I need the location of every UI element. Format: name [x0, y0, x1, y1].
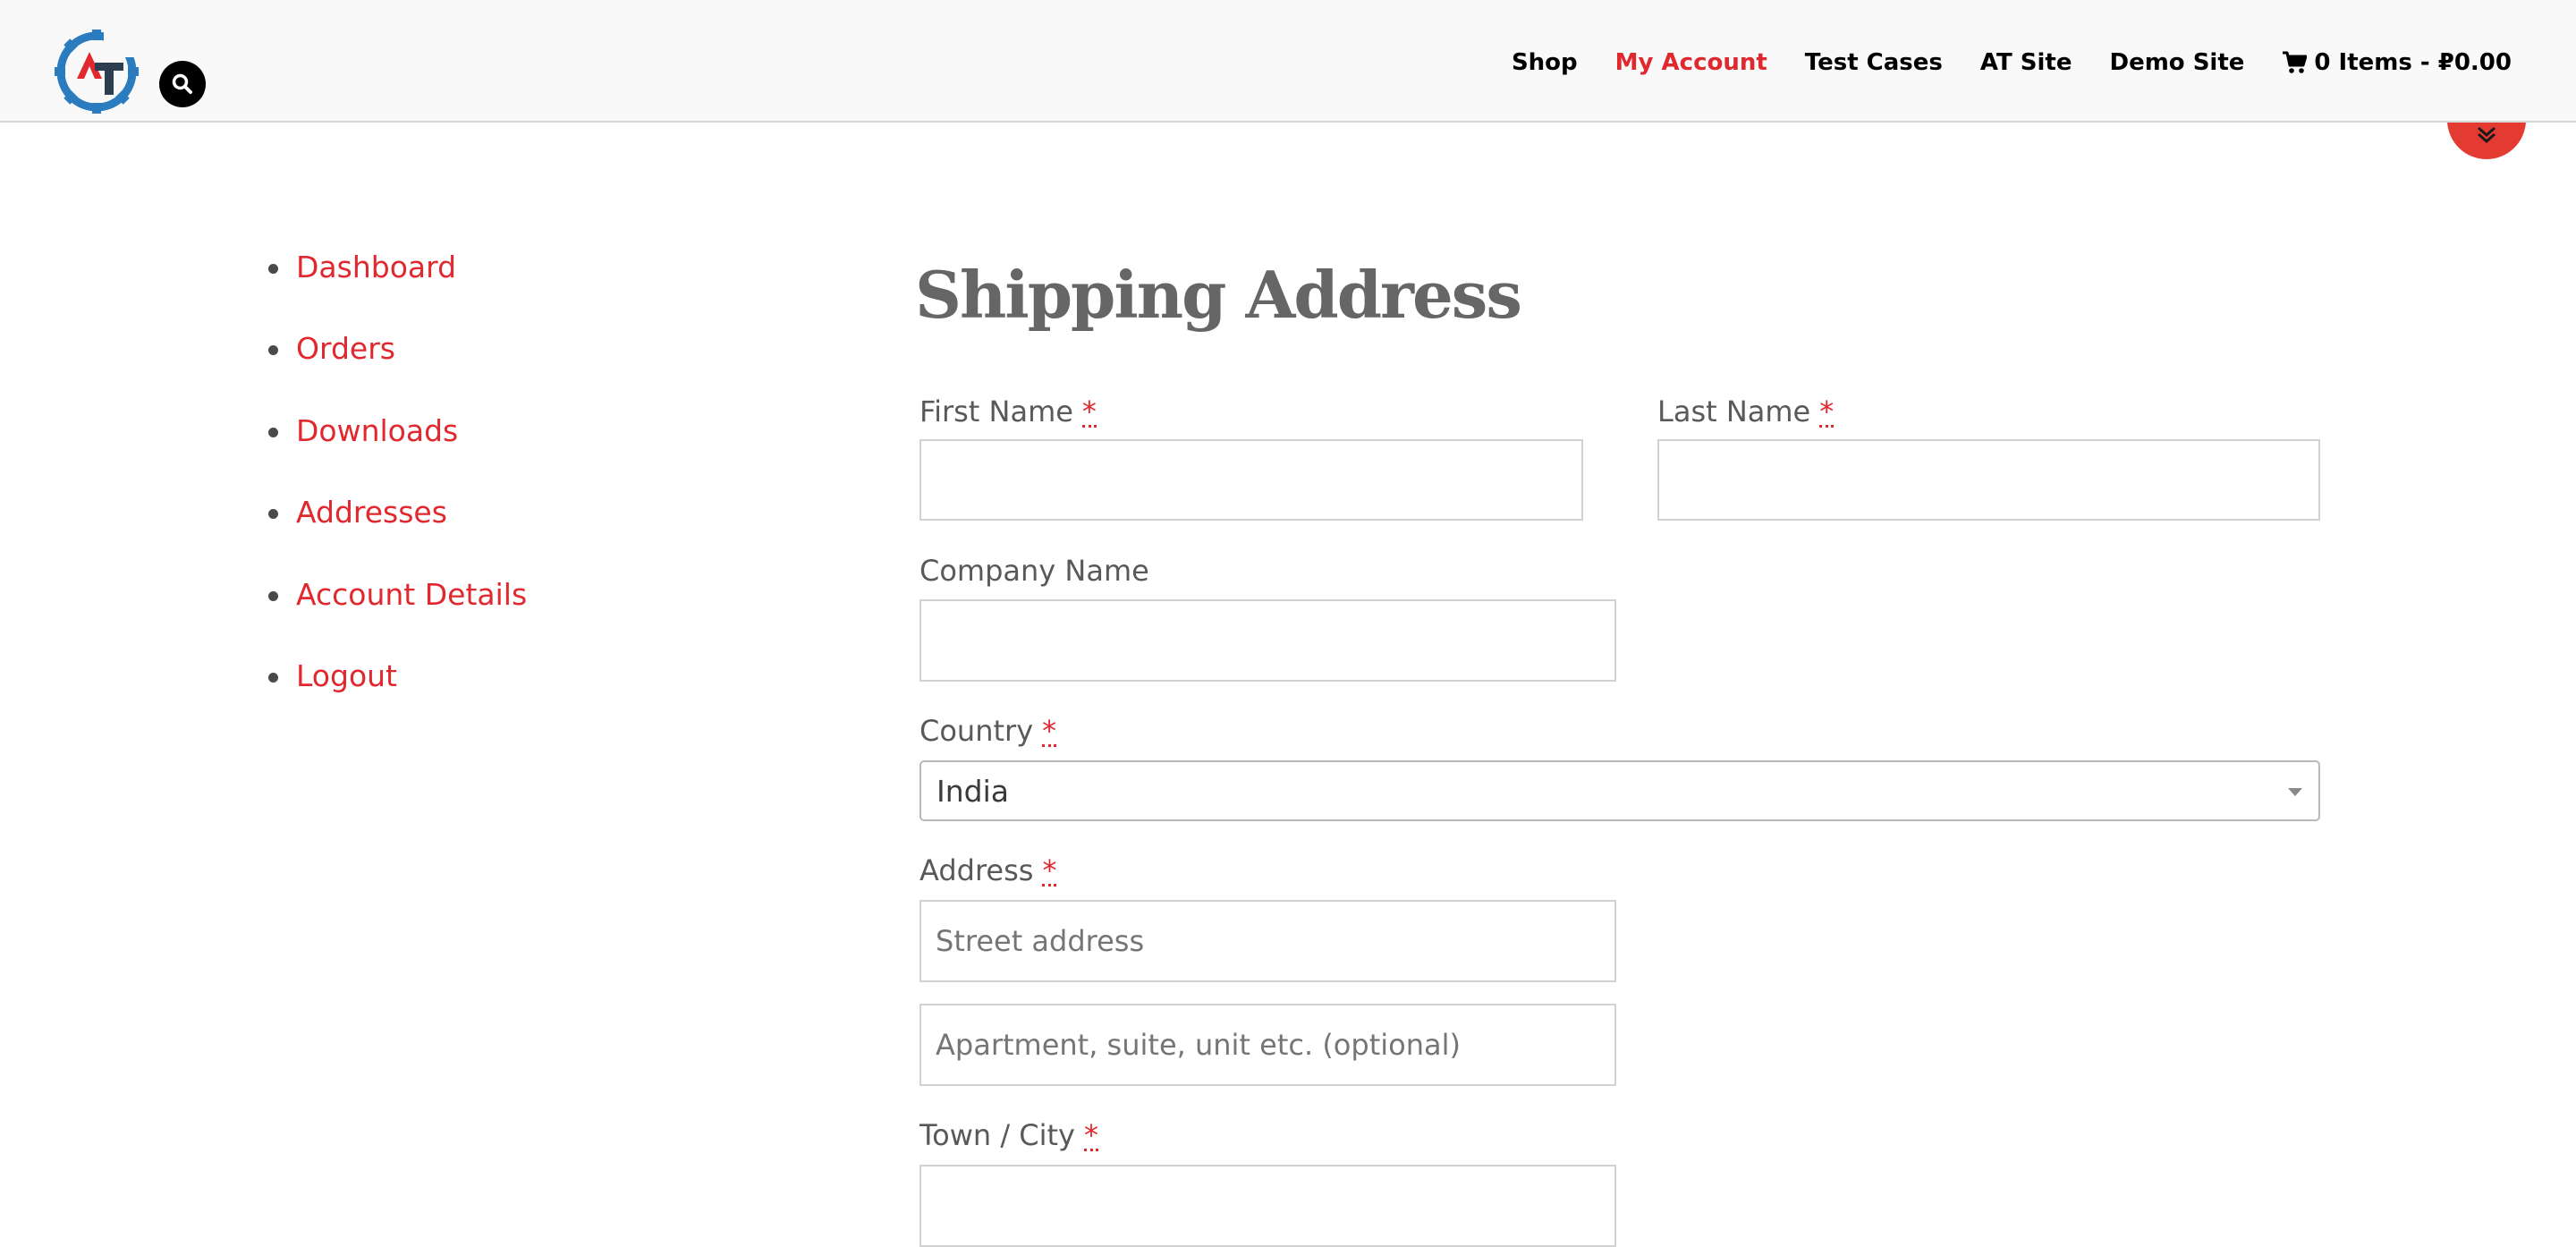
- sidebar-link-dashboard[interactable]: Dashboard: [296, 250, 456, 284]
- required-marker: *: [1042, 714, 1057, 748]
- cart-link[interactable]: 0 Items - ₽0.00: [2282, 49, 2512, 76]
- required-marker: *: [1081, 394, 1097, 428]
- country-label: Country *: [919, 713, 1057, 749]
- sidebar-item-addresses: Addresses: [268, 494, 527, 575]
- street-address-field[interactable]: [919, 900, 1616, 982]
- last-name-field[interactable]: [1657, 439, 2320, 521]
- last-name-label-text: Last Name: [1657, 394, 1811, 428]
- country-selected-value: India: [936, 774, 1009, 809]
- first-name-field[interactable]: [919, 439, 1583, 521]
- cart-icon: [2283, 51, 2308, 73]
- sidebar-item-account-details: Account Details: [268, 576, 527, 657]
- search-icon: [172, 73, 192, 94]
- address-label: Address *: [919, 853, 1057, 888]
- main-nav: Shop My Account Test Cases AT Site Demo …: [1474, 49, 2512, 76]
- city-label: Town / City *: [919, 1117, 1098, 1153]
- required-marker: *: [1819, 394, 1835, 428]
- company-name-field[interactable]: [919, 599, 1616, 682]
- nav-my-account[interactable]: My Account: [1615, 49, 1767, 76]
- apartment-field[interactable]: [919, 1004, 1616, 1086]
- nav-at-site[interactable]: AT Site: [1980, 49, 2072, 76]
- dropdown-arrow-icon: [2288, 788, 2302, 796]
- address-label-text: Address: [919, 853, 1034, 887]
- page-title: Shipping Address: [915, 257, 1522, 333]
- chevron-double-down-icon: [2478, 126, 2496, 144]
- required-marker: *: [1042, 853, 1057, 887]
- cart-summary: 0 Items - ₽0.00: [2314, 49, 2512, 76]
- sidebar-link-logout[interactable]: Logout: [296, 658, 397, 693]
- nav-test-cases[interactable]: Test Cases: [1805, 49, 1943, 76]
- sidebar-link-addresses[interactable]: Addresses: [296, 495, 447, 530]
- company-name-label-text: Company Name: [919, 554, 1149, 588]
- account-navigation: Dashboard Orders Downloads Addresses Acc…: [268, 249, 527, 739]
- sidebar-item-logout: Logout: [268, 657, 527, 739]
- nav-shop[interactable]: Shop: [1512, 49, 1578, 76]
- first-name-label-text: First Name: [919, 394, 1073, 428]
- sidebar-link-account-details[interactable]: Account Details: [296, 577, 527, 612]
- search-button[interactable]: [159, 61, 206, 107]
- sidebar-link-orders[interactable]: Orders: [296, 331, 395, 366]
- last-name-label: Last Name *: [1657, 394, 1835, 429]
- nav-demo-site[interactable]: Demo Site: [2109, 49, 2244, 76]
- company-name-label: Company Name: [919, 553, 1149, 589]
- city-label-text: Town / City: [919, 1118, 1075, 1152]
- sidebar-item-orders: Orders: [268, 330, 527, 411]
- country-select[interactable]: India: [919, 760, 2320, 821]
- first-name-label: First Name *: [919, 394, 1097, 429]
- sidebar-item-downloads: Downloads: [268, 412, 527, 494]
- city-field[interactable]: [919, 1165, 1616, 1247]
- site-logo[interactable]: [52, 27, 141, 116]
- country-label-text: Country: [919, 714, 1034, 748]
- sidebar-link-downloads[interactable]: Downloads: [296, 413, 458, 448]
- site-header: Shop My Account Test Cases AT Site Demo …: [0, 0, 2576, 123]
- sidebar-item-dashboard: Dashboard: [268, 249, 527, 330]
- required-marker: *: [1083, 1118, 1098, 1152]
